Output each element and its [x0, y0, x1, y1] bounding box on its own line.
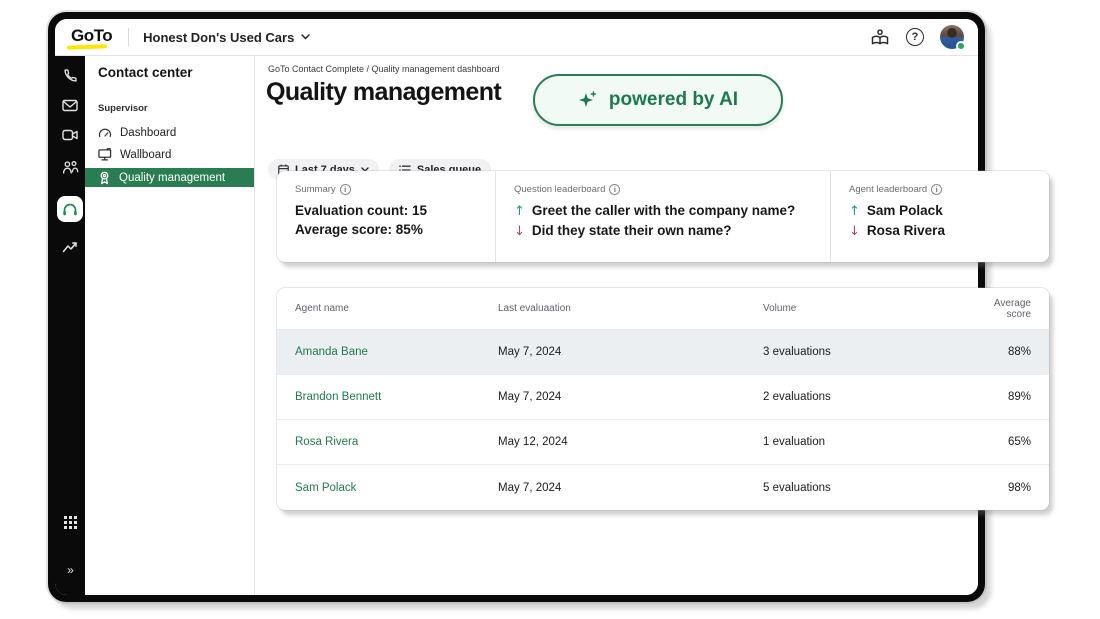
goto-logo: GoTo [69, 26, 114, 49]
table-row[interactable]: Rosa Rivera May 12, 2024 1 evaluation 65… [277, 420, 1049, 465]
summary-card: Summary i Evaluation count: 15 Average s… [277, 171, 1049, 262]
sidebar-item-label: Quality management [119, 172, 225, 184]
avatar-silhouette [947, 28, 957, 38]
agent-leaderboard-section: Agent leaderboard i ↑ Sam Polack ↓ Rosa … [830, 171, 1049, 262]
phone-icon[interactable] [55, 62, 85, 88]
up-arrow-icon: ↑ [514, 202, 525, 221]
sidepanel: Contact center Supervisor Dashboard Wall… [85, 56, 255, 595]
column-header-average-score: Average score [970, 298, 1049, 320]
stage: GoTo Honest Don's Used Cars [0, 0, 1100, 619]
expand-rail-icon[interactable]: » [55, 557, 85, 583]
sidebar-item-dashboard[interactable]: Dashboard [85, 122, 254, 143]
up-arrow-icon: ↑ [849, 202, 860, 221]
agent-name-link[interactable]: Brandon Bennett [277, 391, 480, 403]
goto-logo-swoosh [67, 44, 107, 49]
summary-section: Summary i Evaluation count: 15 Average s… [277, 171, 495, 262]
breadcrumb[interactable]: GoTo Contact Complete / Quality manageme… [268, 64, 500, 74]
last-evaluation-cell: May 7, 2024 [480, 482, 745, 494]
volume-cell: 1 evaluation [745, 436, 970, 448]
video-icon[interactable] [55, 122, 85, 148]
account-name: Honest Don's Used Cars [143, 30, 294, 45]
question-leaderboard-label: Question leaderboard [514, 184, 605, 195]
table-row[interactable]: Sam Polack May 7, 2024 5 evaluations 98% [277, 465, 1049, 510]
quality-badge-icon [98, 171, 111, 185]
page-title: Quality management [266, 78, 501, 107]
last-evaluation-cell: May 12, 2024 [480, 436, 745, 448]
agent-name-link[interactable]: Sam Polack [277, 482, 480, 494]
average-score-cell: 89% [970, 391, 1049, 403]
dashboard-icon [98, 127, 112, 138]
question-leaderboard-top: Greet the caller with the company name? [532, 201, 795, 220]
agent-name-link[interactable]: Rosa Rivera [277, 436, 480, 448]
agents-table: Agent name Last evaluaation Volume Avera… [277, 288, 1049, 510]
summary-label: Summary [295, 184, 336, 195]
inbox-icon[interactable] [55, 92, 85, 118]
sidepanel-title: Contact center [85, 65, 254, 80]
table-row[interactable]: Brandon Bennett May 7, 2024 2 evaluation… [277, 375, 1049, 420]
agent-name-link[interactable]: Amanda Bane [277, 346, 480, 358]
analytics-icon[interactable] [55, 234, 85, 260]
sidebar-item-wallboard[interactable]: Wallboard [85, 144, 254, 165]
average-score-cell: 98% [970, 482, 1049, 494]
average-score-cell: 88% [970, 346, 1049, 358]
average-score: Average score: 85% [295, 220, 477, 239]
account-switcher[interactable]: Honest Don's Used Cars [143, 30, 310, 45]
info-icon[interactable]: i [931, 184, 942, 195]
apps-grid-icon[interactable] [55, 509, 85, 535]
agent-leaderboard-bottom: Rosa Rivera [867, 221, 945, 240]
wallboard-icon [98, 148, 112, 161]
column-header-volume: Volume [745, 303, 970, 314]
agent-leaderboard-top: Sam Polack [867, 201, 943, 220]
sidepanel-section-label: Supervisor [85, 80, 254, 122]
sparkle-icon [578, 91, 597, 109]
table-row[interactable]: Amanda Bane May 7, 2024 3 evaluations 88… [277, 330, 1049, 375]
down-arrow-icon: ↓ [514, 222, 525, 241]
average-score-cell: 65% [970, 436, 1049, 448]
topbar: GoTo Honest Don's Used Cars [55, 19, 978, 56]
avatar[interactable] [940, 25, 964, 49]
sidebar-item-quality-management[interactable]: Quality management [85, 168, 254, 187]
sidebar-item-label: Wallboard [120, 149, 171, 161]
volume-cell: 5 evaluations [745, 482, 970, 494]
agent-leaderboard-label: Agent leaderboard [849, 184, 927, 195]
topbar-divider [128, 28, 129, 46]
sidebar-item-label: Dashboard [120, 127, 176, 139]
volume-cell: 2 evaluations [745, 391, 970, 403]
down-arrow-icon: ↓ [849, 222, 860, 241]
column-header-agent-name: Agent name [277, 303, 480, 314]
column-header-last-evaluation: Last evaluaation [480, 303, 745, 314]
last-evaluation-cell: May 7, 2024 [480, 391, 745, 403]
question-leaderboard-section: Question leaderboard i ↑ Greet the calle… [495, 171, 830, 262]
powered-by-ai-badge: powered by AI [533, 74, 783, 126]
nav-rail: » [55, 56, 85, 595]
topbar-actions: ? [870, 25, 964, 49]
info-icon[interactable]: i [609, 184, 620, 195]
presence-dot [956, 41, 966, 51]
goto-logo-text: GoTo [71, 26, 112, 45]
volume-cell: 3 evaluations [745, 346, 970, 358]
powered-by-ai-label: powered by AI [609, 89, 738, 111]
help-glyph: ? [906, 28, 924, 46]
chevron-down-icon [301, 34, 310, 40]
evaluation-count: Evaluation count: 15 [295, 201, 477, 220]
last-evaluation-cell: May 7, 2024 [480, 346, 745, 358]
contact-center-icon[interactable] [57, 196, 83, 222]
meetings-icon[interactable] [55, 154, 85, 180]
training-icon[interactable] [870, 29, 890, 46]
question-leaderboard-bottom: Did they state their own name? [532, 221, 732, 240]
info-icon[interactable]: i [340, 184, 351, 195]
table-header-row: Agent name Last evaluaation Volume Avera… [277, 288, 1049, 330]
help-icon[interactable]: ? [906, 28, 924, 46]
